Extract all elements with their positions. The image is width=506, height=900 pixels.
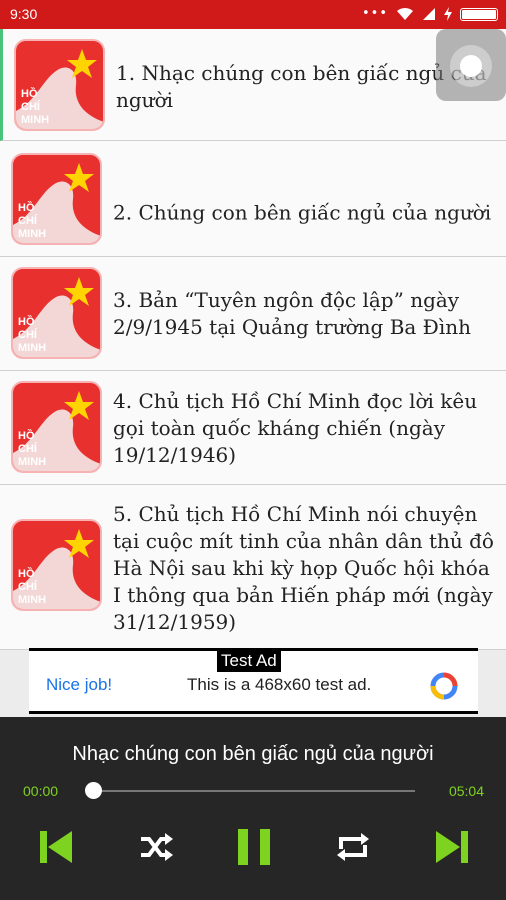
track-title: 5. Chủ tịch Hồ Chí Minh nói chuyện tại c… bbox=[113, 502, 494, 634]
shuffle-button[interactable] bbox=[135, 827, 175, 867]
music-player: Nhạc chúng con bên giấc ngủ của người 00… bbox=[0, 717, 506, 900]
svg-text:CHÍ: CHÍ bbox=[18, 214, 38, 227]
track-title: 3. Bản “Tuyên ngôn độc lập” ngày 2/9/194… bbox=[113, 288, 471, 339]
svg-text:MINH: MINH bbox=[18, 342, 46, 354]
ho-chi-minh-thumbnail: HỒ CHÍ MINH bbox=[14, 39, 105, 131]
track-title: 2. Chúng con bên giấc ngủ của người bbox=[113, 200, 492, 225]
svg-text:CHÍ: CHÍ bbox=[18, 580, 38, 593]
floating-assistive-button[interactable] bbox=[436, 29, 506, 101]
ad-body-text: This is a 468x60 test ad. bbox=[187, 675, 372, 694]
total-time: 05:04 bbox=[448, 783, 484, 799]
pause-icon bbox=[238, 829, 270, 865]
charging-icon bbox=[444, 7, 452, 21]
repeat-button[interactable] bbox=[333, 827, 373, 867]
skip-previous-button[interactable] bbox=[36, 827, 76, 867]
pause-button[interactable] bbox=[234, 827, 274, 867]
notification-dots: ••• bbox=[361, 6, 388, 21]
ho-chi-minh-thumbnail: HỒ CHÍ MINH bbox=[11, 381, 102, 473]
now-playing-title: Nhạc chúng con bên giấc ngủ của người bbox=[72, 743, 434, 765]
thumb-text-1: HỒ bbox=[21, 87, 38, 100]
signal-icon bbox=[423, 8, 435, 20]
adchoices-logo-icon[interactable] bbox=[429, 671, 459, 701]
skip-previous-icon bbox=[40, 831, 72, 863]
thumb-text-2: CHÍ bbox=[21, 100, 41, 113]
list-item[interactable]: HỒ CHÍ MINH 5. Chủ tịch Hồ Chí Minh nói … bbox=[0, 485, 506, 650]
ho-chi-minh-thumbnail: HỒ CHÍ MINH bbox=[11, 153, 102, 245]
battery-icon bbox=[460, 7, 498, 21]
skip-next-icon bbox=[436, 831, 468, 863]
list-item[interactable]: HỒ CHÍ MINH 2. Chúng con bên giấc ngủ củ… bbox=[0, 141, 506, 257]
ho-chi-minh-thumbnail: HỒ CHÍ MINH bbox=[11, 519, 102, 611]
test-ad-label: Test Ad bbox=[217, 650, 281, 672]
list-item[interactable]: HỒ CHÍ MINH 1. Nhạc chúng con bên giấc n… bbox=[0, 29, 506, 141]
svg-text:MINH: MINH bbox=[18, 456, 46, 468]
status-icons: ••• bbox=[362, 7, 498, 21]
repeat-icon bbox=[337, 833, 369, 861]
list-item[interactable]: HỒ CHÍ MINH 4. Chủ tịch Hồ Chí Minh đọc … bbox=[0, 371, 506, 485]
svg-text:HỒ: HỒ bbox=[18, 201, 35, 214]
svg-text:HỒ: HỒ bbox=[18, 567, 35, 580]
svg-text:MINH: MINH bbox=[18, 594, 46, 606]
svg-text:HỒ: HỒ bbox=[18, 429, 35, 442]
ad-nice-text: Nice job! bbox=[46, 675, 113, 694]
shuffle-icon bbox=[141, 833, 173, 861]
svg-text:CHÍ: CHÍ bbox=[18, 328, 38, 341]
wifi-icon bbox=[397, 7, 413, 20]
seek-thumb[interactable] bbox=[85, 782, 102, 799]
ho-chi-minh-thumbnail: HỒ CHÍ MINH bbox=[11, 267, 102, 359]
svg-text:HỒ: HỒ bbox=[18, 315, 35, 328]
svg-text:MINH: MINH bbox=[18, 228, 46, 240]
status-bar: 9:30 ••• bbox=[0, 0, 506, 29]
track-title: 4. Chủ tịch Hồ Chí Minh đọc lời kêu gọi … bbox=[113, 389, 478, 467]
svg-text:CHÍ: CHÍ bbox=[18, 442, 38, 455]
thumb-text-3: MINH bbox=[21, 114, 49, 126]
current-time: 00:00 bbox=[23, 783, 59, 799]
skip-next-button[interactable] bbox=[432, 827, 472, 867]
seek-bar[interactable] bbox=[93, 790, 415, 792]
status-time: 9:30 bbox=[10, 6, 38, 22]
list-item[interactable]: HỒ CHÍ MINH 3. Bản “Tuyên ngôn độc lập” … bbox=[0, 257, 506, 371]
